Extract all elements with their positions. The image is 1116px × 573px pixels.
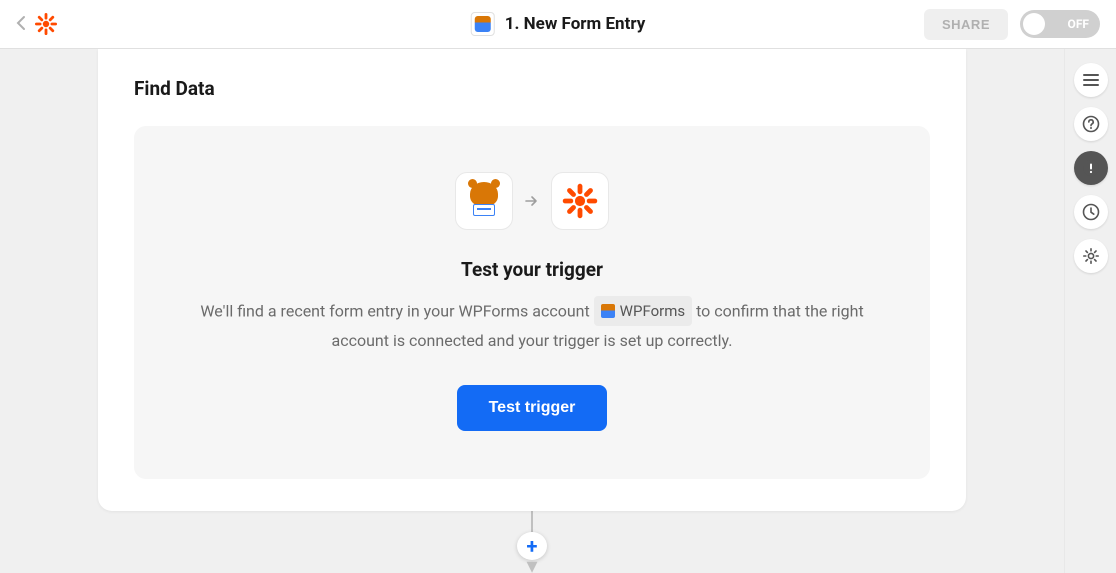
connector-arrow-icon: ▾ bbox=[526, 560, 537, 573]
outline-button[interactable] bbox=[1074, 63, 1108, 97]
help-button[interactable] bbox=[1074, 107, 1108, 141]
section-heading: Find Data bbox=[134, 77, 930, 100]
zapier-app-icon bbox=[551, 172, 609, 230]
trigger-app-icon bbox=[455, 172, 513, 230]
header-right: SHARE OFF bbox=[924, 9, 1100, 40]
status-button[interactable] bbox=[1074, 151, 1108, 185]
header-title-wrap: 1. New Form Entry bbox=[471, 12, 646, 36]
editor-canvas: Find Data bbox=[0, 49, 1064, 573]
account-chip[interactable]: WPForms bbox=[594, 296, 692, 326]
panel-description: We'll find a recent form entry in your W… bbox=[172, 297, 892, 355]
header-left bbox=[16, 12, 58, 36]
wpforms-app-icon bbox=[471, 12, 495, 36]
account-chip-label: WPForms bbox=[620, 298, 685, 324]
desc-text-1: We'll find a recent form entry in your W… bbox=[200, 301, 593, 320]
history-button[interactable] bbox=[1074, 195, 1108, 229]
app-header: 1. New Form Entry SHARE OFF bbox=[0, 0, 1116, 49]
share-button[interactable]: SHARE bbox=[924, 9, 1008, 40]
right-rail bbox=[1064, 49, 1116, 573]
app-flow-icons bbox=[170, 172, 894, 230]
test-trigger-button[interactable]: Test trigger bbox=[457, 385, 608, 431]
connector-line bbox=[531, 511, 533, 532]
arrow-right-icon bbox=[525, 192, 539, 211]
test-trigger-panel: Test your trigger We'll find a recent fo… bbox=[134, 126, 930, 479]
back-chevron-icon[interactable] bbox=[16, 12, 26, 36]
wpforms-chip-icon bbox=[601, 304, 615, 318]
zapier-logo-icon[interactable] bbox=[34, 12, 58, 36]
wpforms-bear-icon bbox=[465, 182, 503, 220]
zap-toggle[interactable]: OFF bbox=[1020, 10, 1100, 38]
settings-button[interactable] bbox=[1074, 239, 1108, 273]
toggle-label: OFF bbox=[1068, 17, 1097, 31]
trigger-step-card: Find Data bbox=[98, 49, 966, 511]
panel-title: Test your trigger bbox=[170, 258, 894, 281]
step-title[interactable]: 1. New Form Entry bbox=[505, 14, 646, 34]
toggle-knob-icon bbox=[1023, 13, 1045, 35]
